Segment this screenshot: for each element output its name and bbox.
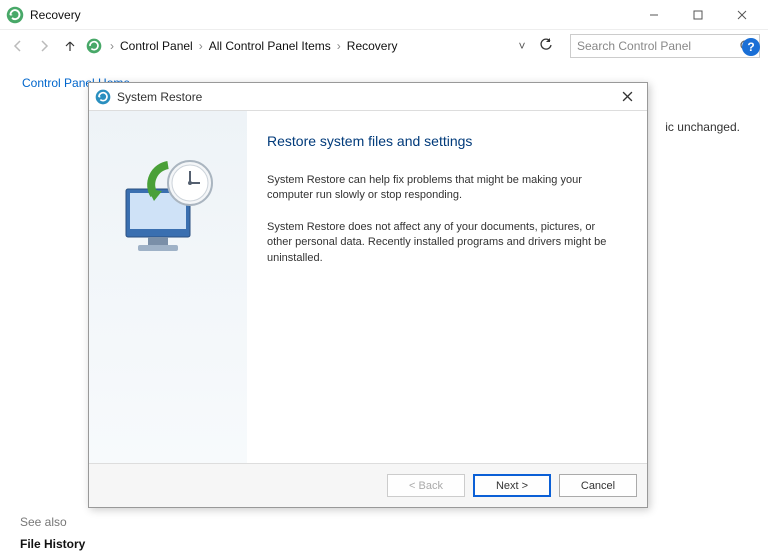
dialog-title: System Restore [117,90,613,104]
help-icon[interactable]: ? [742,38,760,56]
crumb-recovery[interactable]: Recovery [345,37,400,55]
window-titlebar: Recovery [0,0,768,30]
forward-button[interactable] [34,36,54,56]
dialog-titlebar: System Restore [89,83,647,111]
background-text-fragment: ic unchanged. [665,120,740,134]
maximize-button[interactable] [676,1,720,29]
dialog-paragraph-1: System Restore can help fix problems tha… [267,173,623,204]
chevron-right-icon: › [335,39,343,53]
up-button[interactable] [60,36,80,56]
address-bar: › Control Panel › All Control Panel Item… [0,30,768,62]
recovery-app-icon [6,6,24,24]
system-restore-illustration-icon [108,155,228,265]
crumb-control-panel[interactable]: Control Panel [118,37,195,55]
chevron-right-icon: › [108,39,116,53]
system-restore-icon [95,89,111,105]
crumb-all-items[interactable]: All Control Panel Items [207,37,333,55]
minimize-button[interactable] [632,1,676,29]
dialog-paragraph-2: System Restore does not affect any of yo… [267,220,623,266]
dialog-body: Restore system files and settings System… [89,111,647,463]
file-history-link[interactable]: File History [20,537,85,551]
cancel-button[interactable]: Cancel [559,474,637,497]
dialog-sidebar [89,111,247,463]
dialog-close-button[interactable] [613,86,641,108]
breadcrumb: › Control Panel › All Control Panel Item… [108,37,508,55]
system-restore-dialog: System Restore [88,82,648,508]
window-title: Recovery [30,8,632,22]
close-button[interactable] [720,1,764,29]
chevron-right-icon: › [197,39,205,53]
refresh-button[interactable] [536,38,556,55]
dialog-footer: < Back Next > Cancel [89,463,647,507]
next-button[interactable]: Next > [473,474,551,497]
dialog-main: Restore system files and settings System… [247,111,647,463]
see-also-heading: See also [20,515,67,529]
address-dropdown-button[interactable]: ˅ [514,39,530,53]
search-input[interactable]: Search Control Panel [570,34,760,58]
search-placeholder: Search Control Panel [577,39,739,53]
back-button[interactable] [8,36,28,56]
location-icon [86,38,102,54]
back-button: < Back [387,474,465,497]
dialog-heading: Restore system files and settings [267,133,623,149]
